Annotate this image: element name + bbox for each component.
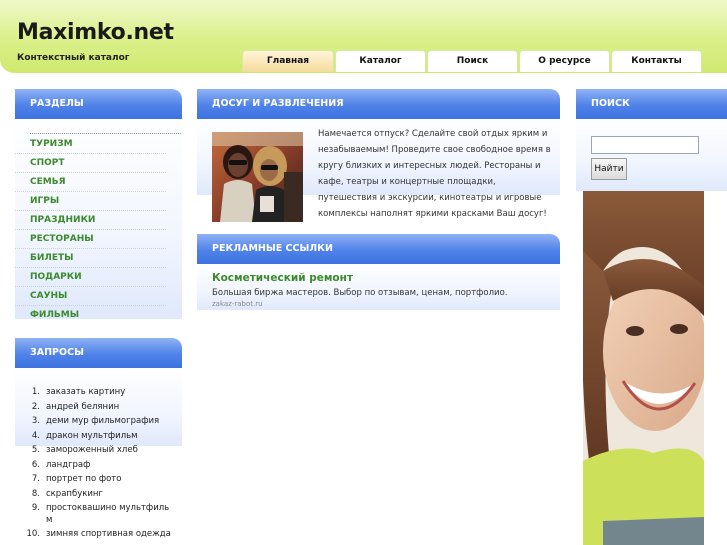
ad-url[interactable]: zakaz-rabot.ru	[212, 300, 263, 308]
section-item-sport[interactable]: СПОРТ	[15, 154, 166, 173]
side-photo	[583, 191, 704, 545]
nav-home[interactable]: Главная	[242, 50, 334, 72]
query-number: 7.	[31, 474, 40, 484]
nav-catalog[interactable]: Каталог	[335, 50, 426, 72]
nav-about[interactable]: О ресурсе	[519, 50, 610, 72]
section-item-saunas[interactable]: САУНЫ	[15, 287, 166, 306]
search-input[interactable]	[591, 136, 699, 154]
leisure-photo	[212, 132, 303, 222]
leisure-text: Намечается отпуск? Сделайте свой отдых я…	[318, 129, 551, 219]
search-box	[576, 119, 727, 191]
section-item-gifts[interactable]: ПОДАРКИ	[15, 268, 166, 287]
search-header: ПОИСК	[576, 89, 727, 119]
list-item: 8. скрапбукинг	[15, 489, 182, 501]
ad-link[interactable]: Косметический ремонт	[212, 272, 353, 284]
nav-search[interactable]: Поиск	[427, 50, 518, 72]
query-number: 9.	[31, 503, 40, 513]
list-item: 2. андрей белянин	[15, 402, 182, 414]
query-link[interactable]: заказать картину	[46, 387, 171, 399]
query-number: 2.	[31, 401, 40, 412]
sections-header: РАЗДЕЛЫ	[15, 89, 182, 119]
query-link[interactable]: деми мур фильмография	[46, 416, 171, 428]
query-link[interactable]: скрапбукинг	[46, 489, 171, 501]
query-link[interactable]: замороженный хлеб	[46, 445, 171, 457]
section-item-holidays[interactable]: ПРАЗДНИКИ	[15, 211, 166, 230]
woman-photo-image	[583, 191, 704, 545]
query-number: 3.	[31, 416, 40, 426]
header: Maximko.net Контекстный каталог Главная …	[0, 0, 727, 73]
query-number: 10.	[26, 529, 40, 539]
query-number: 5.	[31, 445, 40, 455]
list-item: 3. деми мур фильмография	[15, 416, 182, 428]
section-item-family[interactable]: СЕМЬЯ	[15, 173, 166, 192]
list-item: 10. зимняя спортивная одежда	[15, 529, 182, 541]
query-link[interactable]: андрей белянин	[46, 402, 171, 414]
list-item: 5. замороженный хлеб	[15, 445, 182, 457]
nav-contacts[interactable]: Контакты	[611, 50, 702, 72]
ad-description: Большая биржа мастеров. Выбор по отзывам…	[212, 288, 508, 298]
section-item-tickets[interactable]: БИЛЕТЫ	[15, 249, 166, 268]
query-number: 1.	[31, 387, 40, 397]
section-item-games[interactable]: ИГРЫ	[15, 192, 166, 211]
query-number: 6.	[31, 459, 40, 470]
people-photo-image	[212, 132, 303, 222]
section-item-restaurants[interactable]: РЕСТОРАНЫ	[15, 230, 166, 249]
query-link[interactable]: зимняя спортивная одежда	[46, 529, 171, 541]
query-link[interactable]: дракон мультфильм	[46, 431, 171, 443]
query-link[interactable]: ландграф	[46, 460, 171, 472]
query-link[interactable]: портрет по фото	[46, 474, 171, 486]
list-item: 6. ландграф	[15, 460, 182, 472]
list-item: 1. заказать картину	[15, 387, 182, 399]
sections-list: ТУРИЗМ СПОРТ СЕМЬЯ ИГРЫ ПРАЗДНИКИ РЕСТОР…	[15, 133, 181, 324]
query-number: 4.	[31, 430, 40, 441]
section-item-tourism[interactable]: ТУРИЗМ	[15, 135, 166, 154]
query-number: 8.	[31, 488, 40, 499]
site-logo[interactable]: Maximko.net	[17, 20, 174, 45]
search-button[interactable]: Найти	[591, 158, 627, 180]
leisure-header: ДОСУГ И РАЗВЛЕЧЕНИЯ	[197, 89, 560, 119]
list-item: 9. простоквашино мультфиль м	[15, 503, 182, 526]
section-item-films[interactable]: ФИЛЬМЫ	[15, 306, 166, 324]
list-item: 4. дракон мультфильм	[15, 431, 182, 443]
list-item: 7. портрет по фото	[15, 474, 182, 486]
query-link[interactable]: простоквашино мультфиль м	[46, 503, 171, 526]
queries-header: ЗАПРОСЫ	[15, 338, 182, 368]
site-tagline: Контекстный каталог	[17, 53, 130, 63]
ads-header: РЕКЛАМНЫЕ ССЫЛКИ	[197, 234, 560, 264]
queries-list: 1. заказать картину 2. андрей белянин 3. де…	[15, 387, 182, 544]
